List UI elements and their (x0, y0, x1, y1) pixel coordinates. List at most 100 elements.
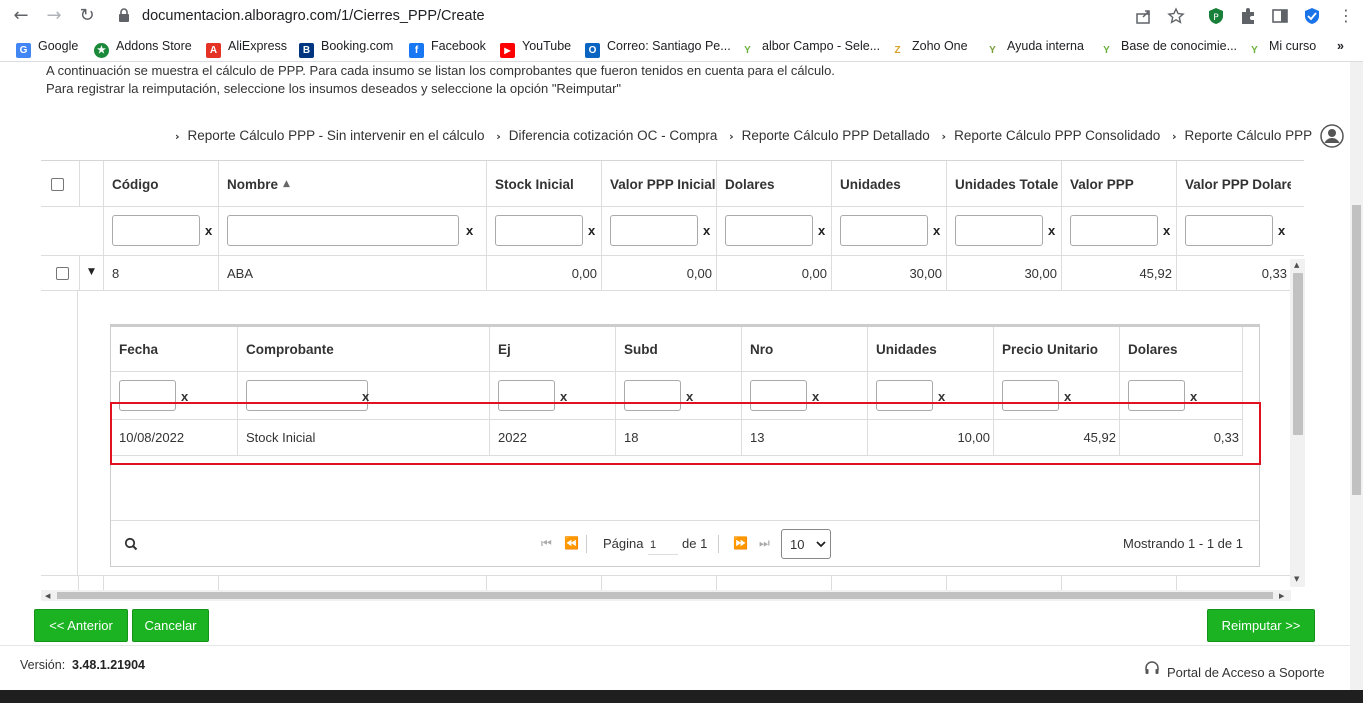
report-link-sin-intervenir[interactable]: Reporte Cálculo PPP - Sin intervenir en … (188, 128, 485, 143)
lock-icon (119, 8, 129, 22)
first-page-icon[interactable]: ⏮ (541, 536, 552, 551)
grid-horizontal-scroll-thumb[interactable] (57, 592, 1273, 599)
page-number-input[interactable]: 1 (648, 535, 678, 555)
col-header-codigo[interactable]: Código (103, 161, 218, 207)
back-arrow-icon[interactable]: ← (11, 6, 31, 26)
share-icon[interactable] (1135, 7, 1153, 25)
bookmark-aliexpress[interactable]: A AliExpress (206, 39, 287, 58)
filter-input-unidades[interactable] (840, 215, 928, 246)
cancelar-button[interactable]: Cancelar (132, 609, 209, 642)
sub-col-header-unidades[interactable]: Unidades (867, 327, 993, 371)
report-link-calculo-ppp[interactable]: Reporte Cálculo PPP (1185, 128, 1313, 143)
filter-input-unidades-totales[interactable] (955, 215, 1043, 246)
prev-page-icon[interactable]: ⏪ (564, 536, 579, 550)
sub-col-header-ej[interactable]: Ej (489, 327, 615, 371)
col-header-valor-ppp-dolares[interactable]: Valor PPP Dolare (1176, 161, 1291, 207)
report-link-consolidado[interactable]: Reporte Cálculo PPP Consolidado (954, 128, 1160, 143)
clear-filter-icon[interactable]: x (818, 223, 825, 238)
bookmark-facebook[interactable]: f Facebook (409, 39, 486, 58)
bookmarks-overflow-icon[interactable]: » (1337, 39, 1344, 55)
support-portal-link[interactable]: Portal de Acceso a Soporte (1167, 665, 1325, 680)
clear-filter-icon[interactable]: x (205, 223, 212, 238)
search-icon[interactable] (124, 537, 138, 551)
filter-input-nombre[interactable] (227, 215, 459, 246)
clear-filter-icon[interactable]: x (933, 223, 940, 238)
sub-col-header-subd[interactable]: Subd (615, 327, 741, 371)
scroll-up-arrow-icon[interactable]: ▲ (1294, 261, 1299, 269)
col-header-unidades-totales[interactable]: Unidades Totale (946, 161, 1061, 207)
filter-input-valor-ppp-dolares[interactable] (1185, 215, 1273, 246)
clear-filter-icon[interactable]: x (1163, 223, 1170, 238)
filter-input-codigo[interactable] (112, 215, 200, 246)
address-bar[interactable]: documentacion.alboragro.com/1/Cierres_PP… (108, 3, 1193, 29)
page-vertical-scroll-thumb[interactable] (1352, 205, 1361, 495)
sub-col-header-precio-unitario[interactable]: Precio Unitario (993, 327, 1119, 371)
youtube-icon: ▶ (500, 43, 515, 58)
expand-toggle[interactable]: ▼ (79, 256, 103, 291)
sub-col-header-fecha[interactable]: Fecha (111, 327, 237, 371)
bookmark-ayuda-interna[interactable]: Y Ayuda interna (985, 39, 1084, 58)
reimputar-button[interactable]: Reimputar >> (1207, 609, 1315, 642)
cell-valor-ppp: 45,92 (1061, 256, 1176, 291)
facebook-icon: f (409, 43, 424, 58)
clear-filter-icon[interactable]: x (703, 223, 710, 238)
report-link-detallado[interactable]: Reporte Cálculo PPP Detallado (742, 128, 930, 143)
scroll-left-arrow-icon[interactable]: ◀ (45, 592, 50, 600)
security-check-icon[interactable] (1303, 7, 1321, 25)
clear-filter-icon[interactable]: x (1048, 223, 1055, 238)
bookmark-google[interactable]: G Google (16, 39, 78, 58)
report-link-diferencia-cotizacion[interactable]: Diferencia cotización OC - Compra (509, 128, 718, 143)
sub-col-header-nro[interactable]: Nro (741, 327, 867, 371)
sub-col-header-comprobante[interactable]: Comprobante (237, 327, 489, 371)
page-size-select[interactable]: 10 (781, 529, 831, 559)
bookmark-booking[interactable]: B Booking.com (299, 39, 393, 58)
bookmark-mi-curso[interactable]: Y Mi curso (1247, 39, 1316, 58)
last-page-icon[interactable]: ⏭ (759, 536, 770, 551)
bookmark-albor-campo[interactable]: Yalbor Campo - Sele... (740, 39, 880, 58)
filter-dolares: x (716, 207, 831, 256)
scroll-right-arrow-icon[interactable]: ▶ (1279, 592, 1284, 600)
row-checkbox[interactable] (56, 267, 69, 280)
version-value: 3.48.1.21904 (72, 658, 145, 672)
filter-stock-inicial: x (486, 207, 601, 256)
table-row[interactable]: ▼ 8 ABA 0,00 0,00 0,00 30,00 30,00 45,92… (41, 256, 1304, 291)
extension-shield-icon[interactable]: P (1207, 7, 1225, 25)
grid-vertical-scroll-thumb[interactable] (1293, 273, 1303, 435)
col-header-dolares[interactable]: Dolares (716, 161, 831, 207)
col-header-valor-ppp-inicial[interactable]: Valor PPP Inicial (601, 161, 716, 207)
filter-input-stock-inicial[interactable] (495, 215, 583, 246)
grid-horizontal-scrollbar[interactable]: ◀ ▶ (41, 590, 1291, 601)
col-header-valor-ppp[interactable]: Valor PPP (1061, 161, 1176, 207)
forward-arrow-icon[interactable]: → (44, 6, 64, 26)
side-panel-icon[interactable] (1271, 7, 1289, 25)
anterior-button[interactable]: << Anterior (34, 609, 128, 642)
clear-filter-icon[interactable]: x (1278, 223, 1285, 238)
bookmark-star-icon[interactable] (1167, 7, 1185, 25)
extensions-puzzle-icon[interactable] (1239, 7, 1257, 25)
bookmark-youtube[interactable]: ▶ YouTube (500, 39, 571, 58)
user-avatar-icon[interactable] (1320, 124, 1344, 148)
select-all-cell (41, 161, 79, 207)
page-vertical-scrollbar[interactable] (1350, 62, 1363, 703)
col-header-stock-inicial[interactable]: Stock Inicial (486, 161, 601, 207)
bookmark-base-conocimiento[interactable]: Y Base de conocimie... (1099, 39, 1237, 58)
bookmark-addons-store[interactable]: ★ Addons Store (94, 39, 192, 58)
menu-dots-icon[interactable]: ⋮ (1336, 6, 1356, 26)
grid-vertical-scrollbar[interactable]: ▲ ▼ (1290, 259, 1305, 587)
filter-input-valor-ppp[interactable] (1070, 215, 1158, 246)
cell-nombre: ABA (218, 256, 486, 291)
url-text: documentacion.alboragro.com/1/Cierres_PP… (142, 8, 485, 24)
col-header-unidades[interactable]: Unidades (831, 161, 946, 207)
next-page-icon[interactable]: ⏩ (733, 536, 748, 550)
filter-input-dolares[interactable] (725, 215, 813, 246)
scroll-down-arrow-icon[interactable]: ▼ (1294, 575, 1299, 583)
filter-input-valor-ppp-inicial[interactable] (610, 215, 698, 246)
reload-icon[interactable]: ↻ (77, 6, 97, 26)
sub-col-header-dolares[interactable]: Dolares (1119, 327, 1243, 371)
bookmark-zoho-one[interactable]: Z Zoho One (890, 39, 968, 58)
select-all-checkbox[interactable] (51, 178, 64, 191)
clear-filter-icon[interactable]: x (466, 223, 473, 238)
bookmark-correo[interactable]: O Correo: Santiago Pe... (585, 39, 731, 58)
clear-filter-icon[interactable]: x (588, 223, 595, 238)
col-header-nombre[interactable]: Nombre ▲ (218, 161, 486, 207)
